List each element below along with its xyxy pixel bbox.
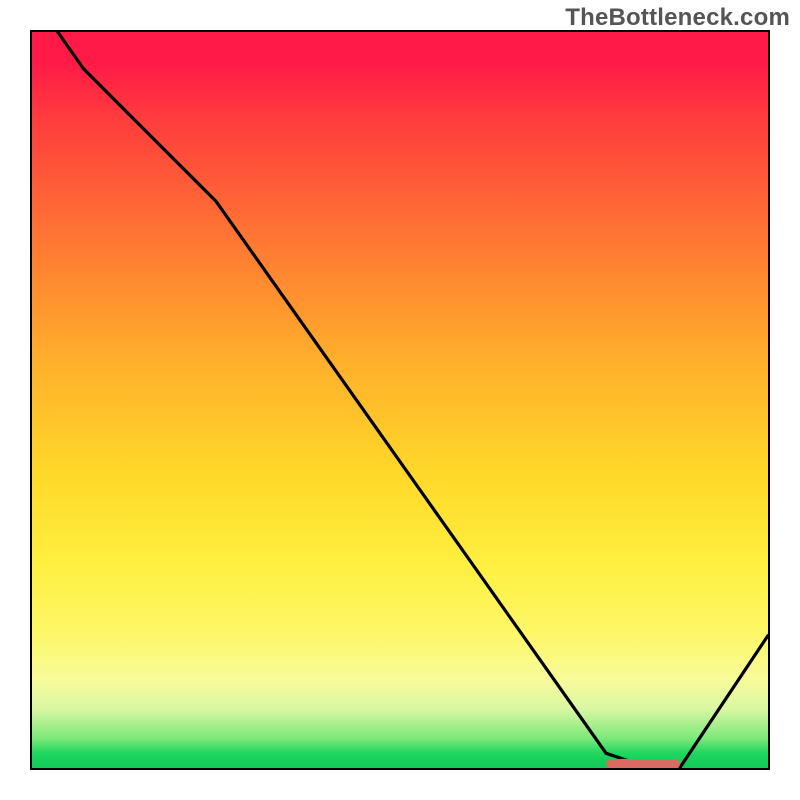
- chart-frame: [30, 30, 770, 770]
- watermark-text: TheBottleneck.com: [565, 4, 790, 32]
- bottleneck-curve: [32, 32, 768, 768]
- optimal-zone-marker: [606, 759, 680, 769]
